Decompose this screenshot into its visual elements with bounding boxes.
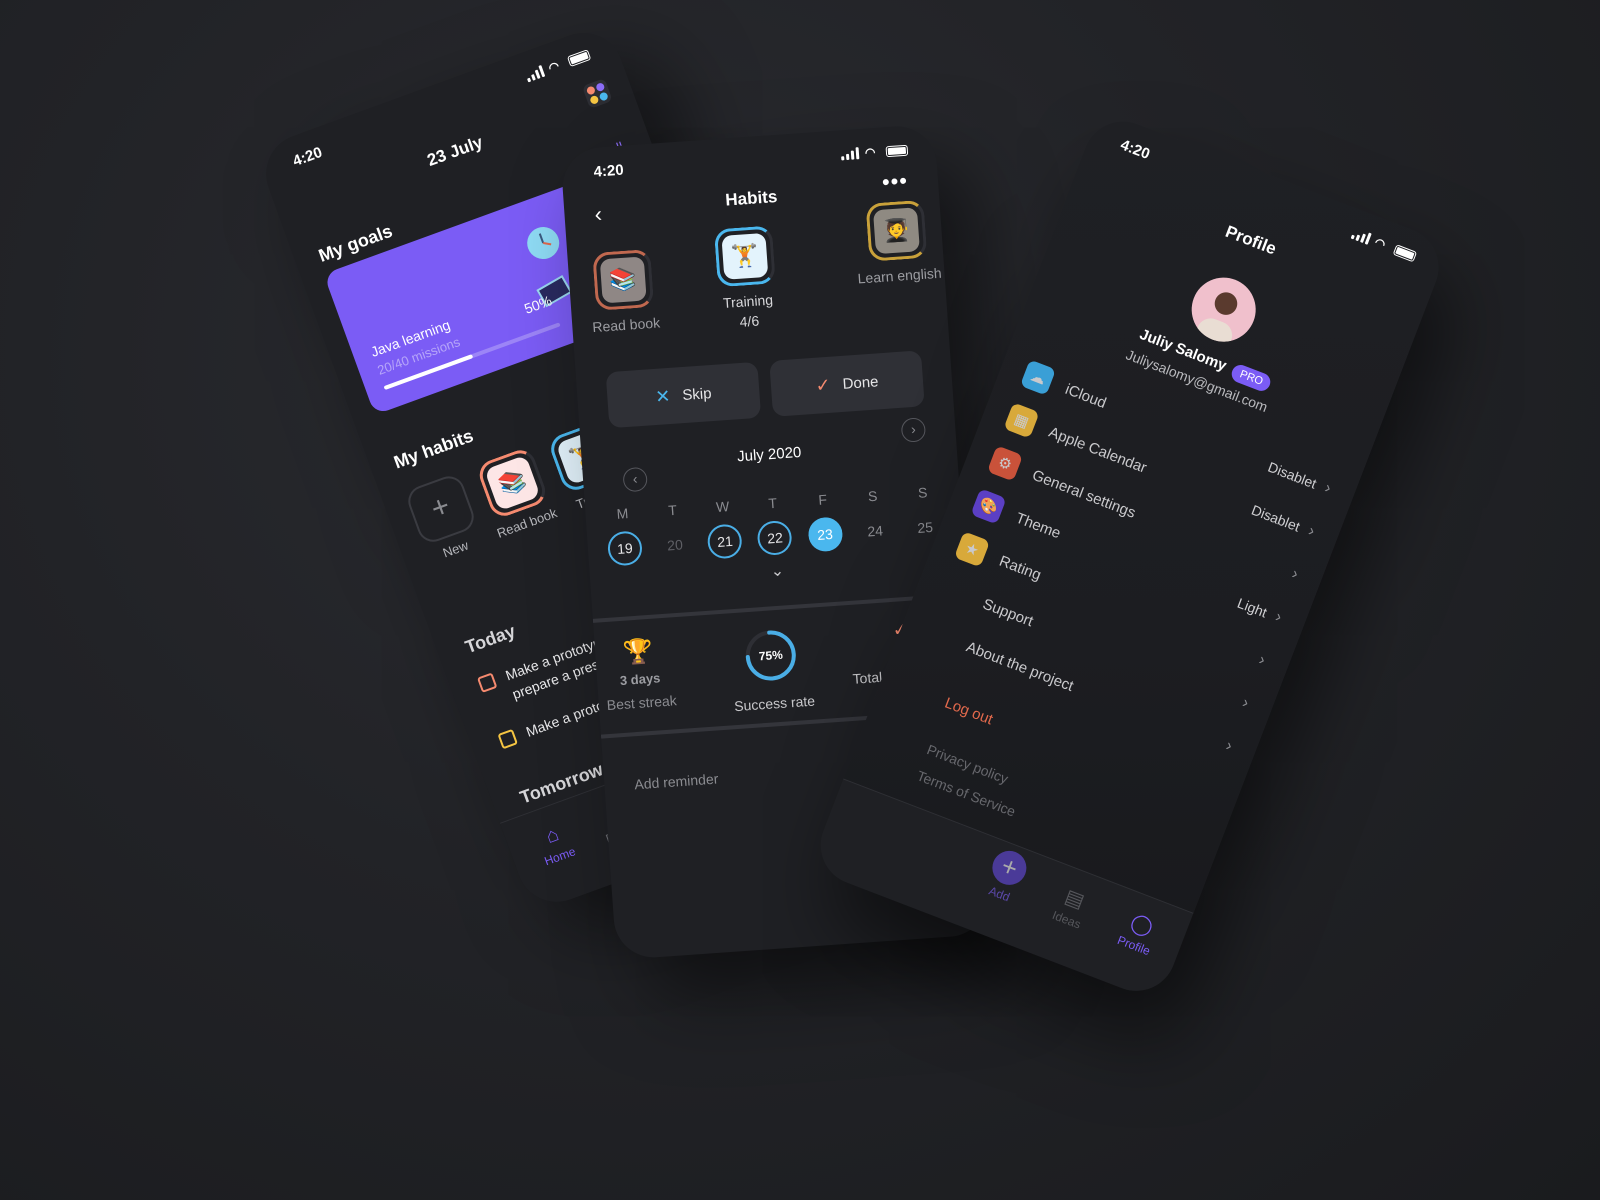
success-ring: 75% [746,630,797,681]
settings-value: Disablet [1249,501,1303,535]
calendar-day[interactable]: 20 [657,527,693,563]
habit-read-book[interactable]: 📚 Read book [587,248,661,335]
chevron-right-icon: › [1256,651,1268,669]
task-checkbox[interactable] [476,672,498,693]
done-button[interactable]: ✓ Done [769,350,925,417]
habit-read-book[interactable]: 📚 Read book [472,445,559,541]
trophy-icon: 🏆 [622,637,655,667]
check-icon: ✓ [814,374,832,396]
plus-icon: + [987,845,1032,890]
today-title: Today [462,620,518,658]
star-icon: ★ [953,531,991,568]
logout-button[interactable]: Log out [942,695,995,729]
gear-icon: ⚙ [986,445,1024,482]
battery-icon [1392,244,1418,263]
wifi-icon: ◠ [864,145,876,160]
calendar-day[interactable]: 24 [857,513,893,549]
settings-value: Disablet [1265,458,1319,492]
signal-icon [1350,227,1372,245]
calendar-grid-icon: ▦ [1003,402,1040,439]
chevron-right-icon: › [1305,522,1317,541]
close-icon: ✕ [654,385,672,407]
skip-button[interactable]: ✕ Skip [605,361,762,429]
weekday-label: T [667,501,678,519]
books-icon: 📚 [484,454,541,512]
battery-icon [885,144,909,158]
signal-icon [524,64,546,83]
tab-home[interactable]: ⌂ Home [515,811,595,874]
wifi-icon: ◠ [1372,234,1388,252]
cloud-icon: ☁ [1019,359,1057,396]
books-icon: 📚 [599,256,647,304]
more-icon[interactable]: ••• [881,168,909,196]
chevron-right-icon: › [1272,608,1284,627]
weekday-label: S [917,484,928,501]
settings-value: Light [1235,594,1270,621]
settings-label: iCloud [1062,380,1109,412]
status-time: 4:20 [290,143,325,171]
tab-ideas[interactable]: ▤Ideas [1031,875,1111,939]
chevron-right-icon: › [1239,694,1252,712]
weekday-label: S [867,487,878,505]
chevron-right-icon: › [1223,737,1235,755]
new-habit-button[interactable]: + New [401,471,488,567]
plus-icon: + [403,471,479,547]
tab-profile[interactable]: ◯Profile [1099,900,1179,964]
wifi-icon: ◠ [546,58,562,76]
habit-training[interactable]: 🏋️ Training 4/6 [713,225,779,331]
battery-icon [566,49,592,68]
success-value: 75% [759,648,784,664]
habits-title: My habits [391,425,476,473]
chevron-right-icon: › [1322,479,1334,498]
calendar-day[interactable]: 21 [706,523,744,560]
settings-label: Theme [1013,509,1064,542]
weekday-label: M [616,505,629,522]
training-count: 4/6 [739,312,760,330]
status-time: 4:20 [1118,136,1153,164]
weightlifter-icon: 🏋️ [721,232,769,280]
task-checkbox[interactable] [497,728,518,750]
success-stat: 75% Success rate [729,626,816,714]
avatar[interactable] [1182,268,1266,351]
chevron-right-icon: › [1289,565,1301,584]
calendar-day[interactable]: 22 [756,519,794,557]
calendar-day[interactable]: 23 [806,516,844,553]
weekday-label: T [767,494,778,512]
tab-add[interactable]: +Add [964,845,1044,913]
weekday-label: W [715,498,730,515]
settings-label: Support [980,595,1036,630]
weekday-label: F [817,491,828,508]
add-reminder-button[interactable]: Add reminder [634,771,719,793]
calendar-month: July 2020 [736,443,802,466]
graduate-icon: 🧑‍🎓 [873,207,920,255]
status-time: 4:20 [593,161,625,181]
calendar-day[interactable]: 19 [606,530,644,567]
streak-stat: 🏆 3 days Best streak [602,635,677,713]
settings-label: Rating [997,552,1044,584]
signal-icon [841,147,860,161]
settings-list: ☁ iCloud Disablet › ▦ Apple Calendar Disablet ›… [953,110,1450,755]
palette-icon: 🎨 [970,488,1007,525]
habit-learn-english[interactable]: 🧑‍🎓 Learn english [853,199,942,287]
